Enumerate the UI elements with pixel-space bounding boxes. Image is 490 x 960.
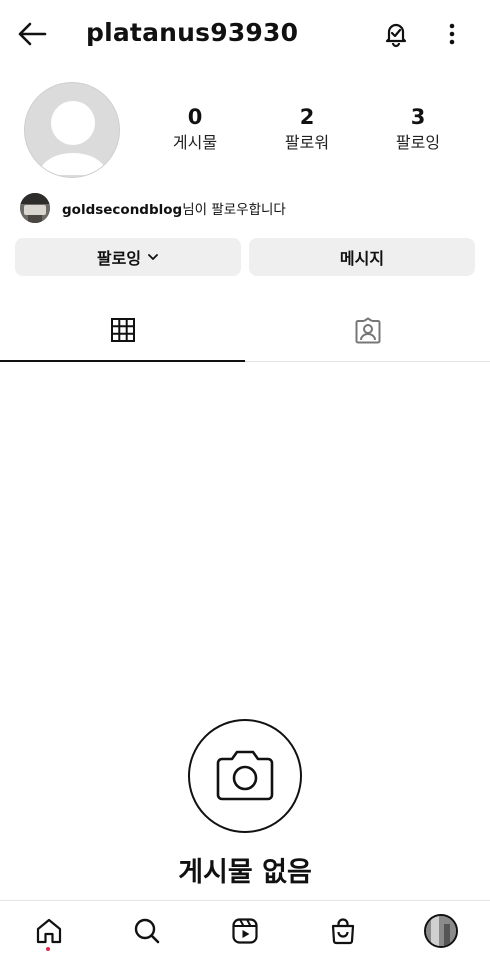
follower-avatar bbox=[20, 193, 50, 223]
followed-by-text: goldsecondblog님이 팔로우합니다 bbox=[62, 198, 286, 218]
default-avatar-icon bbox=[39, 101, 107, 175]
tagged-user-icon bbox=[355, 317, 380, 343]
notification-bell-button[interactable] bbox=[380, 18, 412, 50]
stat-posts[interactable]: 0 게시물 bbox=[150, 104, 240, 154]
stat-following-count: 3 bbox=[410, 105, 426, 129]
stat-posts-count: 0 bbox=[187, 105, 203, 129]
nav-search[interactable] bbox=[127, 911, 167, 951]
stat-following[interactable]: 3 팔로잉 bbox=[373, 104, 463, 154]
message-button-label: 메시지 bbox=[339, 249, 385, 268]
camera-icon bbox=[216, 750, 274, 801]
profile-avatar-icon bbox=[424, 914, 458, 948]
stat-posts-label: 게시물 bbox=[172, 133, 218, 152]
stat-followers-label: 팔로워 bbox=[284, 133, 330, 152]
shop-icon bbox=[331, 918, 355, 945]
nav-home[interactable] bbox=[29, 911, 69, 951]
following-button-label: 팔로잉 bbox=[96, 249, 142, 268]
tab-posts-grid[interactable] bbox=[0, 300, 245, 362]
message-button[interactable]: 메시지 bbox=[249, 238, 475, 276]
stat-followers[interactable]: 2 팔로워 bbox=[262, 104, 352, 154]
profile-username: platanus93930 bbox=[86, 18, 299, 47]
tab-tagged[interactable] bbox=[245, 300, 490, 362]
more-options-button[interactable] bbox=[440, 18, 464, 50]
followed-by-suffix: 님이 팔로우합니다 bbox=[182, 202, 286, 218]
nav-reels[interactable] bbox=[225, 911, 265, 951]
chevron-down-icon bbox=[147, 253, 159, 261]
profile-avatar[interactable] bbox=[24, 82, 120, 178]
following-button[interactable]: 팔로잉 bbox=[15, 238, 241, 276]
stat-followers-count: 2 bbox=[299, 105, 315, 129]
grid-icon bbox=[110, 318, 135, 342]
arrow-left-icon bbox=[18, 22, 47, 46]
nav-shop[interactable] bbox=[323, 911, 363, 951]
followed-by-row[interactable]: goldsecondblog님이 팔로우합니다 bbox=[20, 193, 286, 223]
empty-state-title: 게시물 없음 bbox=[178, 857, 312, 888]
bell-check-icon bbox=[385, 23, 407, 48]
stat-following-label: 팔로잉 bbox=[395, 133, 441, 152]
followed-by-username[interactable]: goldsecondblog bbox=[62, 202, 182, 218]
back-button[interactable] bbox=[14, 18, 50, 50]
home-icon bbox=[36, 918, 62, 944]
empty-state-camera bbox=[188, 719, 302, 833]
search-icon bbox=[134, 918, 160, 944]
bottom-navigation bbox=[0, 900, 490, 960]
nav-profile[interactable] bbox=[421, 911, 461, 951]
reels-icon bbox=[232, 918, 258, 944]
more-vertical-icon bbox=[449, 23, 455, 45]
home-notification-dot bbox=[46, 947, 50, 951]
top-bar: platanus93930 bbox=[0, 0, 490, 66]
